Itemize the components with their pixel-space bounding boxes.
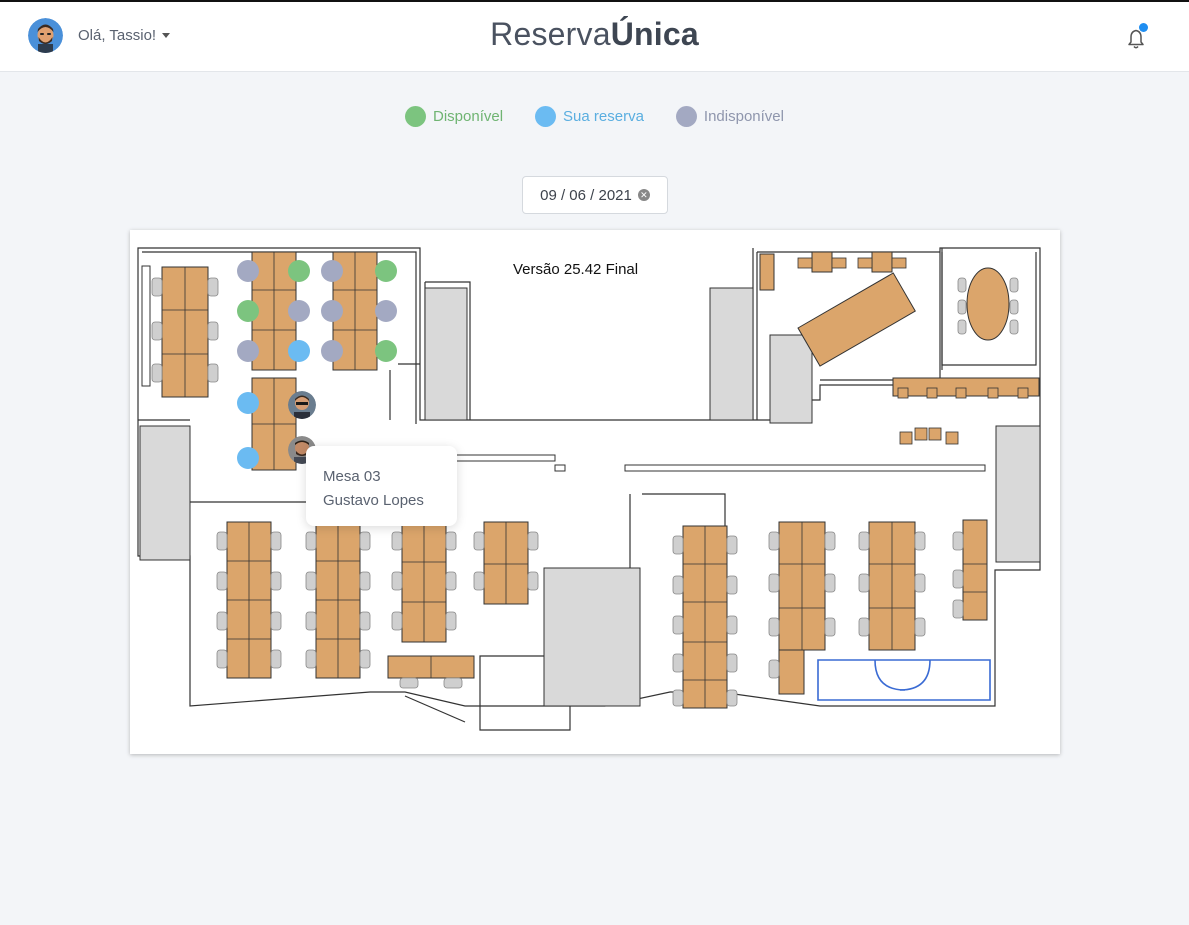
seat-available[interactable]	[237, 300, 259, 322]
plan-version-label: Versão 25.42 Final	[513, 261, 639, 278]
clear-circle-icon[interactable]: ✕	[637, 189, 650, 201]
seat-unavailable[interactable]	[321, 300, 343, 322]
seat-available[interactable]	[375, 340, 397, 362]
seat-your-reservation[interactable]	[288, 340, 310, 362]
app-logo: ReservaÚnica	[0, 16, 1189, 53]
legend-label: Disponível	[433, 108, 504, 125]
available-dot-icon	[405, 106, 426, 127]
brand-regular: Reserva	[490, 16, 611, 52]
seat-your-reservation[interactable]	[237, 447, 259, 469]
seat-your-reservation[interactable]	[237, 392, 259, 414]
notifications-button[interactable]	[1124, 23, 1150, 52]
seat-unavailable[interactable]	[288, 300, 310, 322]
legend-label: Indisponível	[703, 108, 784, 125]
legend-available: Disponível	[405, 106, 503, 127]
tooltip-desk: Mesa 03	[323, 468, 381, 485]
seat-available[interactable]	[375, 260, 397, 282]
your-reservation-dot-icon	[535, 106, 557, 127]
top-navbar: Olá, Tassio! ReservaÚnica	[0, 0, 1189, 72]
tooltip-person: Gustavo Lopes	[323, 492, 424, 509]
unavailable-dot-icon	[675, 106, 697, 127]
seat-legend: Disponível Sua reserva Indisponível	[0, 106, 1189, 127]
date-picker[interactable]: 09 / 06 / 2021 ✕	[522, 176, 668, 214]
seat-unavailable[interactable]	[321, 260, 343, 282]
floor-plan: Versão 25.42 Final	[130, 230, 1060, 754]
legend-yours: Sua reserva	[535, 106, 644, 127]
seat-available[interactable]	[288, 260, 310, 282]
seat-tooltip: Mesa 03 Gustavo Lopes	[306, 446, 457, 526]
seat-unavailable[interactable]	[237, 260, 259, 282]
floor-plan-drawing	[137, 247, 1041, 731]
seat-unavailable[interactable]	[237, 340, 259, 362]
seat-unavailable[interactable]	[375, 300, 397, 322]
brand-bold: Única	[610, 16, 699, 52]
seat-unavailable[interactable]	[321, 340, 343, 362]
seat-occupant-avatar[interactable]	[288, 391, 316, 419]
legend-unavailable: Indisponível	[675, 106, 784, 127]
notification-badge	[1139, 23, 1148, 32]
date-value[interactable]: 09 / 06 / 2021	[540, 187, 632, 204]
legend-label: Sua reserva	[563, 108, 644, 125]
